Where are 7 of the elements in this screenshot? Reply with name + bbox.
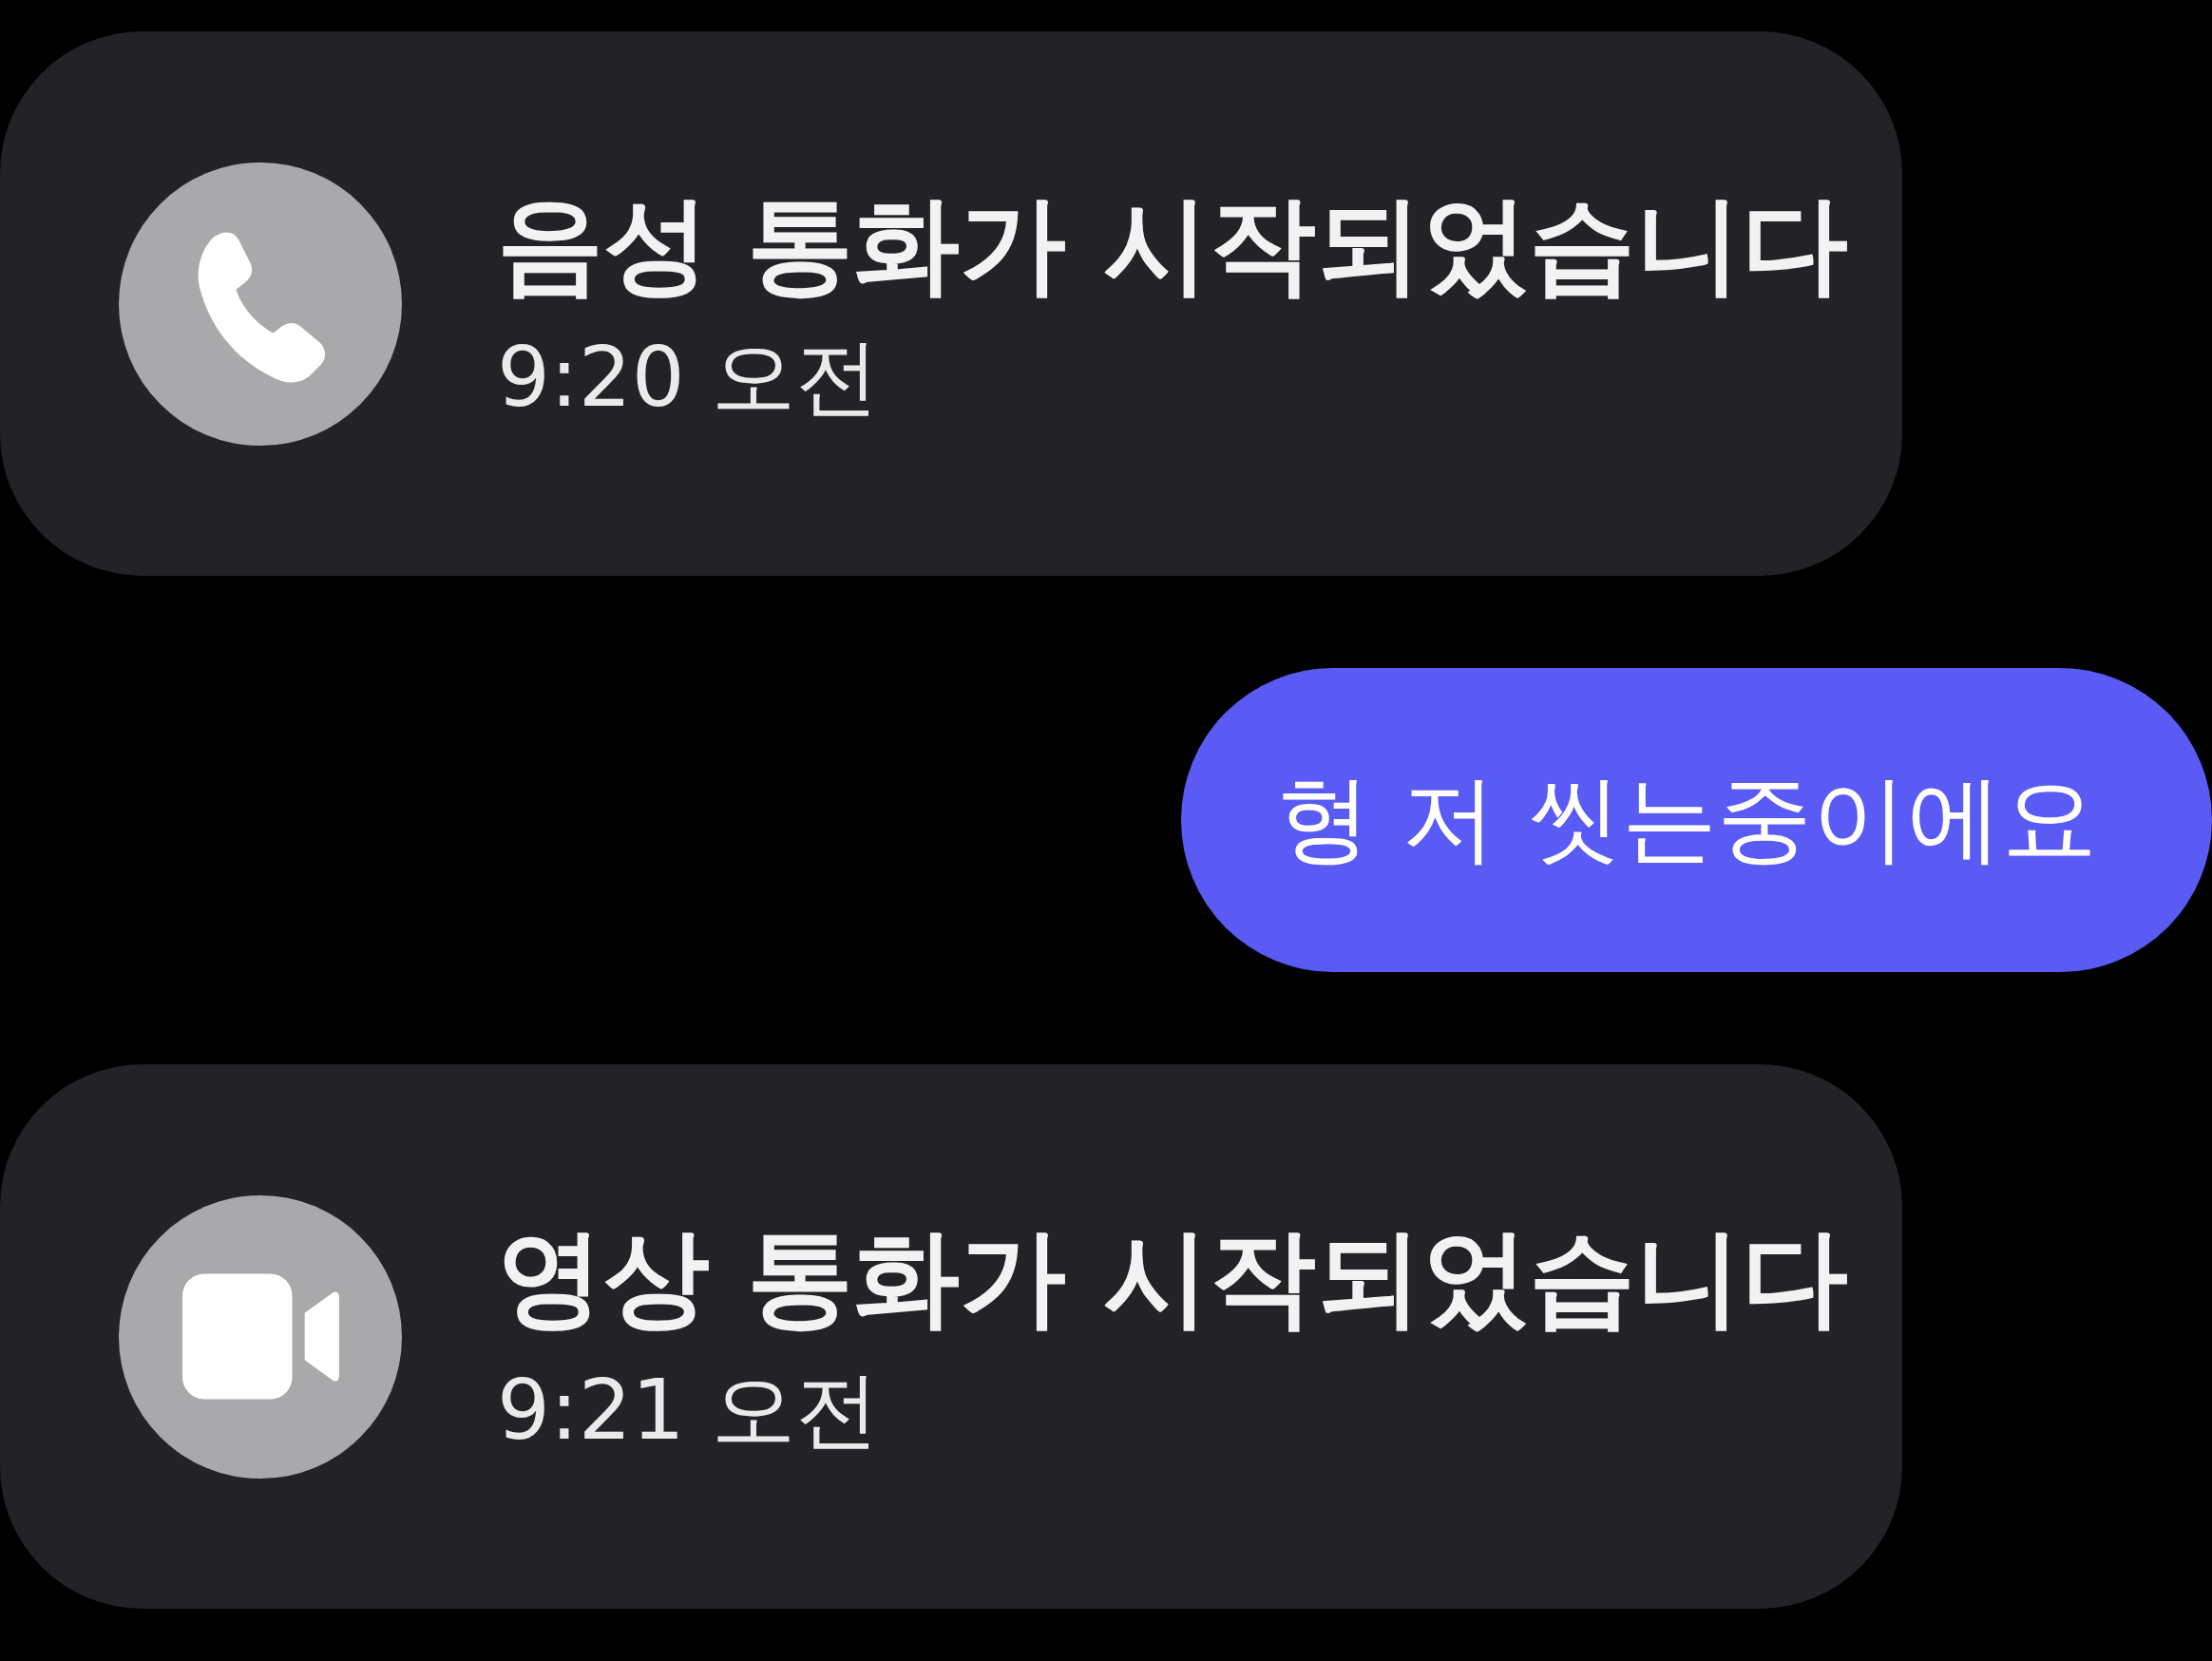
call-time: 9:20 오전 [497,326,880,428]
call-title: 음성 통화가 시작되었습니다 [497,181,1848,308]
message-bubble: 형 저 씻는중이에요 [1181,668,2212,972]
call-time: 9:21 오전 [497,1359,880,1461]
call-title: 영상 통화가 시작되었습니다 [497,1213,1848,1341]
call-card[interactable]: 음성 통화가 시작되었습니다 9:20 오전 [0,31,1902,576]
call-card[interactable]: 영상 통화가 시작되었습니다 9:21 오전 [0,1064,1902,1609]
